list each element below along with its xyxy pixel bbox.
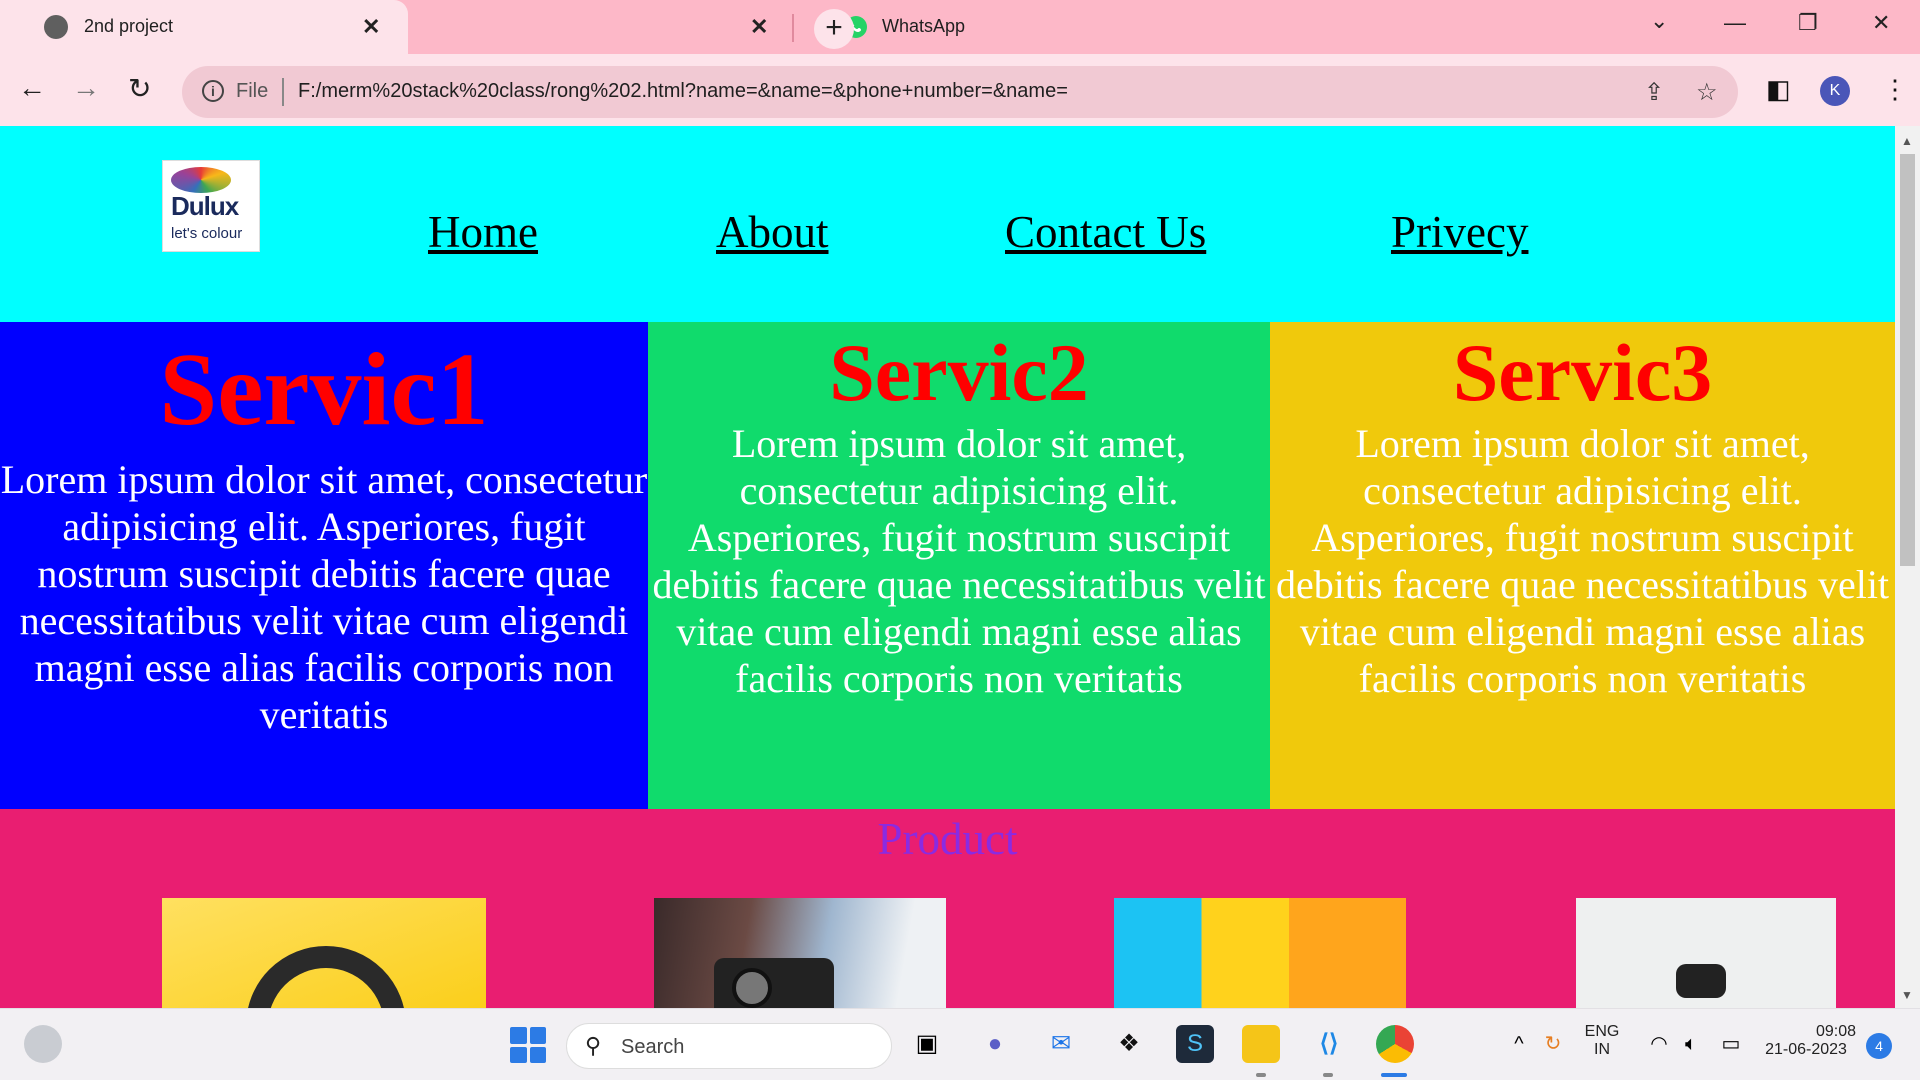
page-scrollbar[interactable]: ▲ ▼: [1895, 126, 1920, 1008]
task-view-icon[interactable]: ▣: [908, 1025, 946, 1063]
share-icon[interactable]: ⇪: [1644, 78, 1664, 107]
running-indicator: [1323, 1073, 1333, 1077]
vscode-icon[interactable]: ⟨⟩: [1310, 1025, 1348, 1063]
window-close-icon[interactable]: ✕: [1872, 10, 1890, 36]
dulux-logo[interactable]: Dulux let's colour: [162, 160, 260, 252]
product-heading: Product: [877, 814, 1018, 864]
language-code: ENG: [1584, 1023, 1620, 1040]
service-2-title: Servic2: [829, 327, 1089, 418]
product-image-camera[interactable]: [654, 898, 946, 1008]
globe-icon: [44, 15, 68, 39]
clock-time: 09:08: [1815, 1023, 1856, 1040]
sync-icon[interactable]: ↻: [1534, 1025, 1572, 1063]
mail-icon[interactable]: ✉: [1042, 1025, 1080, 1063]
nav-about-link[interactable]: About: [716, 206, 829, 258]
logo-tagline: let's colour: [171, 225, 243, 242]
region-code: IN: [1594, 1041, 1610, 1058]
tab-strip: 2nd project ✕ WhatsApp ✕ + ⌄ — ❐ ✕: [0, 0, 1920, 54]
tab-title: WhatsApp: [882, 16, 966, 36]
service-3-card: Servic3 Lorem ipsum dolor sit amet, cons…: [1270, 322, 1895, 809]
search-placeholder: Search: [621, 1036, 685, 1058]
product-image-gadget[interactable]: [1576, 898, 1836, 1008]
browser-toolbar: ← → ↻ i File F:/merm%20stack%20class/ron…: [0, 54, 1920, 126]
service-3-title: Servic3: [1452, 327, 1713, 418]
page-viewport: Dulux let's colour Home About Contact Us…: [0, 126, 1895, 1008]
nav-contact-link[interactable]: Contact Us: [1005, 206, 1206, 258]
language-indicator[interactable]: ENG IN: [1578, 1023, 1626, 1059]
service-1-text: Lorem ipsum dolor sit amet, consectetur …: [0, 457, 648, 737]
back-icon[interactable]: ←: [18, 72, 46, 104]
address-bar[interactable]: i File F:/merm%20stack%20class/rong%202.…: [182, 66, 1738, 118]
product-image-colorful[interactable]: [1114, 898, 1406, 1008]
bookmark-star-icon[interactable]: ☆: [1696, 78, 1718, 107]
running-indicator: [1256, 1073, 1266, 1077]
service-2-card: Servic2 Lorem ipsum dolor sit amet, cons…: [648, 322, 1270, 809]
tray-overflow-icon[interactable]: ^: [1500, 1025, 1538, 1063]
service-3-text: Lorem ipsum dolor sit amet, consectetur …: [1275, 421, 1890, 701]
tab-title: 2nd project: [84, 16, 174, 36]
volume-icon[interactable]: 🔈︎: [1672, 1025, 1710, 1063]
headphones-icon: [246, 946, 406, 1008]
clock[interactable]: 09:08 21-06-2023: [1756, 1023, 1856, 1059]
address-separator: [282, 78, 284, 106]
service-2-text: Lorem ipsum dolor sit amet, consectetur …: [652, 421, 1266, 701]
minimize-icon[interactable]: —: [1724, 10, 1746, 36]
scroll-down-icon[interactable]: ▼: [1901, 988, 1913, 1002]
active-indicator: [1381, 1073, 1407, 1077]
scrollbar-thumb[interactable]: [1900, 154, 1915, 566]
new-tab-button[interactable]: +: [814, 9, 854, 49]
notification-badge[interactable]: 4: [1866, 1033, 1892, 1059]
taskbar-search[interactable]: ⚲ Search: [566, 1023, 892, 1069]
info-icon[interactable]: i: [202, 80, 224, 102]
dropbox-icon[interactable]: ❖: [1110, 1025, 1148, 1063]
gadget-icon: [1676, 964, 1726, 998]
url-text[interactable]: F:/merm%20stack%20class/rong%202.html?na…: [298, 80, 1068, 103]
tab-2nd-project[interactable]: 2nd project: [0, 0, 408, 54]
file-explorer-icon[interactable]: [1242, 1025, 1280, 1063]
forward-icon[interactable]: →: [72, 72, 100, 104]
sublime-icon[interactable]: S: [1176, 1025, 1214, 1063]
tab-separator: [792, 14, 794, 42]
teams-chat-icon[interactable]: ●: [976, 1025, 1014, 1063]
product-image-headphones[interactable]: [162, 898, 486, 1008]
side-panel-icon[interactable]: ◧: [1766, 74, 1791, 105]
close-tab-icon[interactable]: ✕: [750, 14, 768, 40]
site-header: Dulux let's colour Home About Contact Us…: [0, 126, 1895, 322]
product-section: Product: [0, 809, 1895, 1008]
taskbar: ⚲ Search ▣ ● ✉ ❖ S ⟨⟩ ^ ↻ ENG IN ◠ 🔈︎ ▭ …: [0, 1008, 1920, 1080]
service-1-title: Servic1: [159, 332, 489, 447]
windows-start-icon[interactable]: [510, 1027, 546, 1063]
nav-home-link[interactable]: Home: [428, 206, 538, 258]
tab-search-icon[interactable]: ⌄: [1650, 8, 1668, 34]
scroll-up-icon[interactable]: ▲: [1901, 134, 1913, 148]
security-label: File: [236, 80, 269, 102]
close-tab-icon[interactable]: ✕: [362, 14, 380, 40]
search-icon: ⚲: [585, 1033, 602, 1058]
logo-swirl-icon: [171, 167, 231, 193]
weather-icon[interactable]: [24, 1025, 62, 1063]
tab-whatsapp[interactable]: WhatsApp: [412, 0, 965, 54]
service-1-card: Servic1 Lorem ipsum dolor sit amet, cons…: [0, 322, 648, 809]
profile-avatar[interactable]: K: [1820, 76, 1850, 106]
camera-lens-icon: [732, 968, 772, 1008]
battery-icon[interactable]: ▭: [1712, 1025, 1750, 1063]
nav-privacy-link[interactable]: Privecy: [1391, 206, 1528, 258]
chrome-icon[interactable]: [1376, 1025, 1414, 1063]
restore-icon[interactable]: ❐: [1798, 10, 1818, 36]
clock-date: 21-06-2023: [1765, 1041, 1847, 1058]
logo-brand: Dulux: [171, 191, 239, 221]
reload-icon[interactable]: ↻: [128, 72, 151, 105]
menu-kebab-icon[interactable]: ⋮: [1882, 74, 1908, 105]
